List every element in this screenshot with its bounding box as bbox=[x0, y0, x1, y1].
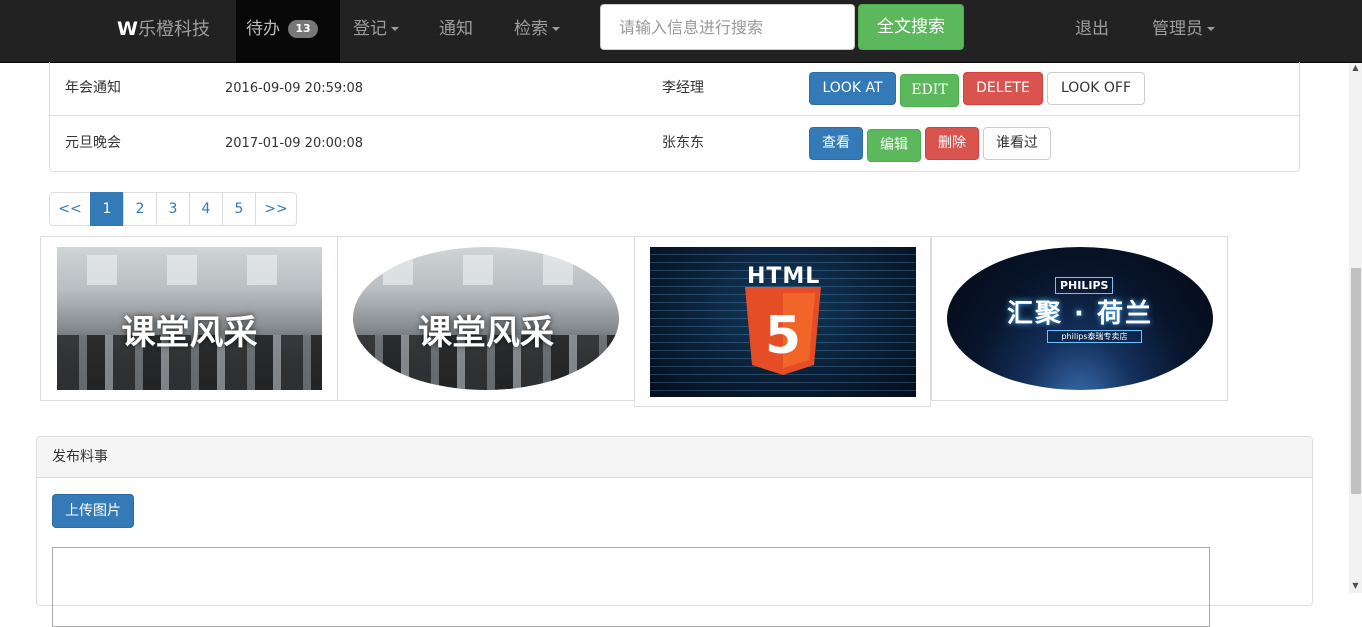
top-navbar: W乐橙科技 待办 13 登记 通知 检索 全文搜索 退出 管理员 bbox=[0, 0, 1362, 63]
page-1[interactable]: 1 bbox=[90, 192, 124, 226]
nav-search-label: 检索 bbox=[514, 19, 548, 39]
image-caption: 课堂风采 bbox=[121, 313, 258, 353]
html-text: HTML bbox=[747, 264, 821, 289]
publish-panel: 发布料事 上传图片 bbox=[36, 436, 1313, 627]
philips-image-oval: PHILIPS 汇聚 · 荷兰 philips泰瑞专卖店 bbox=[947, 247, 1213, 390]
nav-notice-label: 通知 bbox=[439, 19, 473, 39]
chevron-down-icon bbox=[552, 27, 560, 31]
image-caption: 课堂风采 bbox=[418, 313, 554, 353]
page-next[interactable]: >> bbox=[255, 192, 297, 226]
nav-logout[interactable]: 退出 bbox=[1075, 0, 1109, 62]
upload-image-button[interactable]: 上传图片 bbox=[52, 494, 134, 528]
nav-todo[interactable]: 待办 13 bbox=[236, 0, 340, 62]
table-row: 元旦晚会 2017-01-09 20:00:08 张东东 查看 编辑 删除 谁看… bbox=[50, 117, 1299, 171]
scroll-down-icon[interactable]: ▼ bbox=[1350, 581, 1361, 592]
todo-count-badge: 13 bbox=[288, 20, 318, 38]
nav-admin-label: 管理员 bbox=[1152, 19, 1203, 39]
brand-text: 乐橙科技 bbox=[137, 19, 210, 40]
table-row: 年会通知 2016-09-09 20:59:08 李经理 LOOK AT EDI… bbox=[50, 62, 1299, 116]
nav-search-dropdown[interactable]: 检索 bbox=[514, 0, 560, 62]
html5-badge-text: 5 bbox=[765, 306, 801, 366]
chevron-down-icon bbox=[391, 27, 399, 31]
view-button[interactable]: LOOK AT bbox=[809, 72, 896, 105]
philips-logo: PHILIPS bbox=[1055, 277, 1114, 294]
brand-logo[interactable]: W乐橙科技 bbox=[117, 0, 210, 62]
page-3[interactable]: 3 bbox=[156, 192, 190, 226]
view-button[interactable]: 查看 bbox=[809, 127, 863, 160]
row-date: 2017-01-09 20:00:08 bbox=[225, 136, 364, 151]
page-prev[interactable]: << bbox=[49, 192, 91, 226]
viewed-by-button[interactable]: LOOK OFF bbox=[1047, 72, 1145, 105]
scroll-up-icon[interactable]: ▲ bbox=[1350, 63, 1361, 74]
html5-shield-icon: 5 bbox=[745, 287, 821, 375]
content-textarea[interactable] bbox=[52, 547, 1210, 627]
delete-button[interactable]: DELETE bbox=[963, 72, 1043, 105]
gallery-thumbnail[interactable]: HTML 5 bbox=[634, 236, 931, 407]
row-person: 张东东 bbox=[662, 135, 704, 151]
search-input[interactable] bbox=[600, 4, 855, 50]
edit-button[interactable]: 编辑 bbox=[867, 129, 921, 162]
chevron-down-icon bbox=[1207, 27, 1215, 31]
philips-subtitle: philips泰瑞专卖店 bbox=[1047, 330, 1142, 343]
brand-mark: W bbox=[117, 18, 138, 40]
nav-register-dropdown[interactable]: 登记 bbox=[353, 0, 399, 62]
nav-todo-label: 待办 bbox=[246, 19, 280, 39]
nav-register-label: 登记 bbox=[353, 19, 387, 39]
row-title: 年会通知 bbox=[65, 80, 121, 96]
page-2[interactable]: 2 bbox=[123, 192, 157, 226]
html5-image: HTML 5 bbox=[650, 247, 916, 397]
classroom-image-oval: 课堂风采 bbox=[353, 247, 619, 390]
page-4[interactable]: 4 bbox=[189, 192, 223, 226]
gallery-thumbnail[interactable]: 课堂风采 bbox=[337, 236, 635, 401]
gallery-thumbnail[interactable]: 课堂风采 bbox=[40, 236, 338, 401]
notice-table: 年会通知 2016-09-09 20:59:08 李经理 LOOK AT EDI… bbox=[49, 62, 1300, 172]
nav-logout-label: 退出 bbox=[1075, 19, 1109, 39]
row-date: 2016-09-09 20:59:08 bbox=[225, 81, 364, 96]
nav-notice[interactable]: 通知 bbox=[439, 0, 473, 62]
philips-headline: 汇聚 · 荷兰 bbox=[1007, 299, 1153, 329]
classroom-image: 课堂风采 bbox=[57, 247, 322, 390]
panel-heading: 发布料事 bbox=[37, 437, 1312, 478]
scrollbar-thumb[interactable] bbox=[1351, 268, 1361, 494]
row-person: 李经理 bbox=[662, 80, 704, 96]
nav-admin-dropdown[interactable]: 管理员 bbox=[1152, 0, 1215, 62]
gallery-thumbnail[interactable]: PHILIPS 汇聚 · 荷兰 philips泰瑞专卖店 bbox=[931, 236, 1228, 401]
full-text-search-button[interactable]: 全文搜索 bbox=[858, 4, 964, 50]
pagination: << 1 2 3 4 5 >> bbox=[49, 192, 297, 226]
page-5[interactable]: 5 bbox=[222, 192, 256, 226]
delete-button[interactable]: 删除 bbox=[925, 127, 979, 160]
row-title: 元旦晚会 bbox=[65, 135, 121, 151]
viewed-by-button[interactable]: 谁看过 bbox=[983, 127, 1051, 160]
edit-button[interactable]: EDIT bbox=[900, 74, 959, 107]
